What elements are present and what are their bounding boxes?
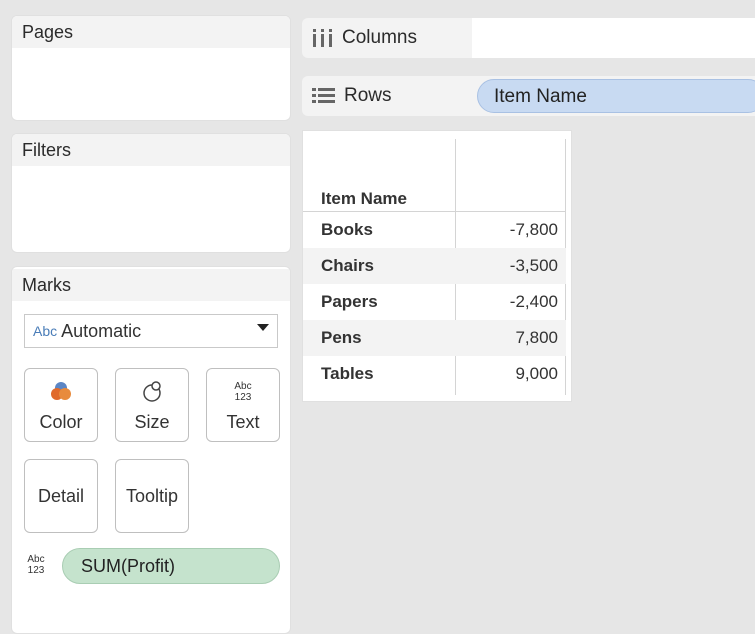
mark-type-dropdown[interactable]: Abc Automatic	[24, 314, 278, 348]
rows-shelf[interactable]: Rows Item Name	[302, 76, 755, 116]
table-row[interactable]: Tables 9,000	[303, 356, 566, 392]
table-row[interactable]: Pens 7,800	[303, 320, 566, 356]
tooltip-button-label: Tooltip	[125, 485, 179, 506]
rows-icon	[312, 87, 336, 105]
detail-button[interactable]: Detail	[24, 459, 98, 533]
table-row[interactable]: Chairs -3,500	[303, 248, 566, 284]
text-table-view[interactable]: Item Name Books -7,800 Chairs -3,500 Papers -…	[302, 130, 572, 402]
item-name-cell: Pens	[321, 328, 362, 347]
svg-text:123: 123	[28, 565, 45, 576]
chevron-down-icon	[257, 324, 269, 331]
tooltip-button[interactable]: Tooltip	[115, 459, 189, 533]
text-field-row: Abc 123 SUM(Profit)	[24, 548, 282, 584]
columns-label-text: Columns	[342, 27, 417, 48]
text-button[interactable]: Abc 123 Text	[206, 368, 280, 442]
profit-value-cell: 7,800	[515, 328, 558, 347]
color-icon	[48, 369, 74, 412]
sum-profit-pill[interactable]: SUM(Profit)	[62, 548, 280, 584]
rows-shelf-label: Rows	[312, 76, 392, 116]
size-button-label: Size	[134, 412, 170, 432]
pages-card[interactable]: Pages	[11, 15, 291, 121]
profit-value-cell: 9,000	[515, 364, 558, 383]
table-header: Item Name	[303, 187, 566, 212]
item-name-cell: Tables	[321, 364, 374, 383]
marks-card: Marks Abc Automatic Color Size Abc 123 T…	[11, 266, 291, 634]
columns-icon	[312, 28, 334, 48]
marks-card-title: Marks	[12, 269, 290, 301]
profit-value-cell: -3,500	[509, 256, 558, 275]
color-button[interactable]: Color	[24, 368, 98, 442]
color-button-label: Color	[39, 412, 83, 432]
svg-text:123: 123	[235, 392, 252, 403]
size-button[interactable]: Size	[115, 368, 189, 442]
pages-card-title: Pages	[12, 16, 290, 48]
filters-card[interactable]: Filters	[11, 133, 291, 253]
profit-value-cell: -2,400	[509, 292, 558, 311]
detail-button-label: Detail	[37, 485, 85, 506]
size-icon	[139, 369, 165, 412]
abc-icon: Abc	[33, 323, 58, 339]
columns-drop-area[interactable]	[472, 18, 755, 58]
text-button-label: Text	[226, 412, 260, 432]
profit-value-cell: -7,800	[509, 220, 558, 239]
columns-shelf[interactable]: Columns	[302, 18, 755, 58]
item-name-cell: Books	[321, 220, 373, 239]
row-header-label: Item Name	[321, 189, 407, 208]
filters-card-title: Filters	[12, 134, 290, 166]
rows-label-text: Rows	[344, 85, 392, 106]
item-name-cell: Papers	[321, 292, 378, 311]
table-row[interactable]: Books -7,800	[303, 212, 566, 248]
item-name-pill[interactable]: Item Name	[477, 79, 755, 113]
text-icon: Abc 123	[229, 369, 257, 412]
columns-shelf-label: Columns	[312, 18, 417, 58]
mark-type-value: Automatic	[61, 320, 142, 341]
table-row[interactable]: Papers -2,400	[303, 284, 566, 320]
item-name-cell: Chairs	[321, 256, 374, 275]
text-encoding-icon: Abc 123	[24, 552, 48, 581]
svg-text:Abc: Abc	[27, 554, 44, 565]
svg-text:Abc: Abc	[234, 381, 251, 392]
